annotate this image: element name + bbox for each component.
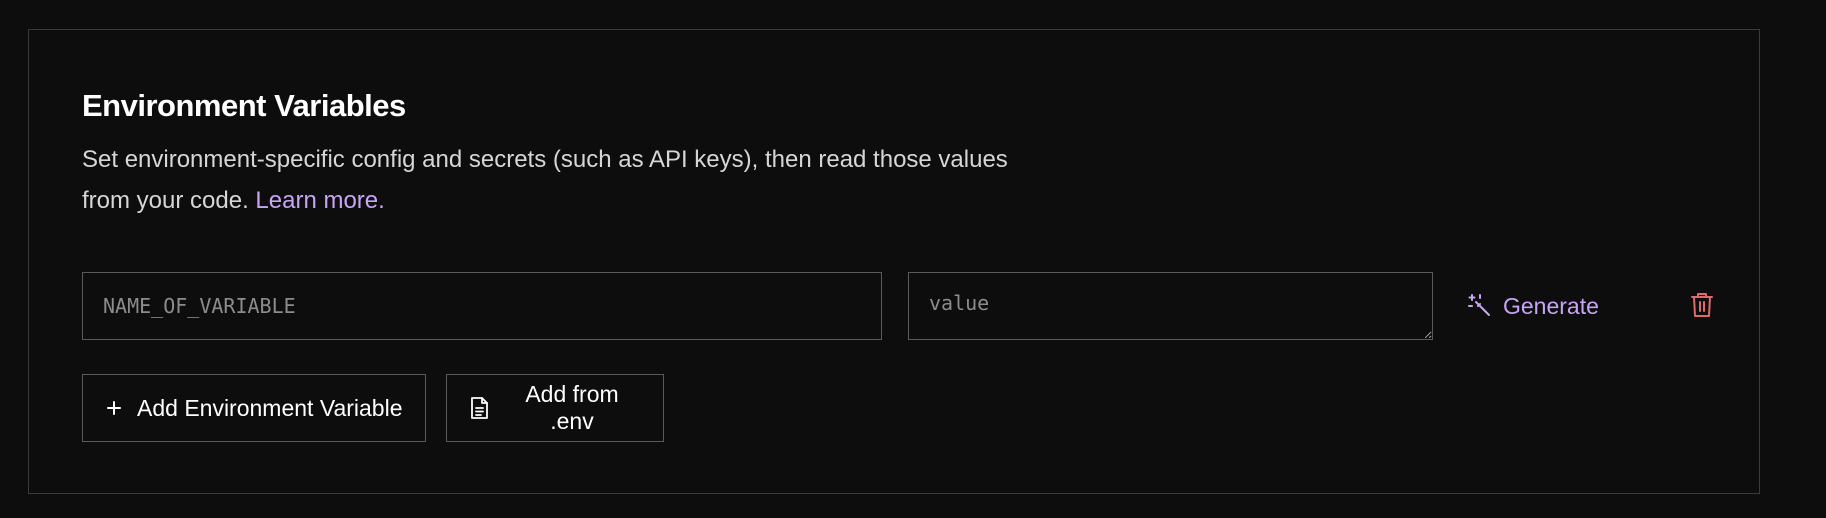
learn-more-link[interactable]: Learn more. — [255, 187, 384, 214]
generate-label: Generate — [1503, 292, 1599, 319]
add-environment-variable-button[interactable]: Add Environment Variable — [82, 374, 426, 442]
add-environment-variable-label: Add Environment Variable — [137, 394, 403, 421]
delete-variable-button[interactable] — [1682, 286, 1722, 326]
add-from-env-button[interactable]: Add from .env — [446, 374, 664, 442]
variable-value-input[interactable] — [908, 272, 1433, 340]
document-icon — [469, 396, 489, 420]
environment-variables-panel: Environment Variables Set environment-sp… — [28, 29, 1760, 494]
description-text: Set environment-specific config and secr… — [82, 146, 1008, 214]
trash-icon — [1690, 292, 1714, 321]
generate-button[interactable]: Generate — [1459, 286, 1607, 326]
add-from-env-label: Add from .env — [525, 381, 619, 434]
plus-icon — [105, 399, 123, 417]
magic-wand-icon — [1467, 293, 1493, 319]
variable-name-input[interactable] — [82, 272, 882, 340]
section-description: Set environment-specific config and secr… — [82, 139, 1062, 221]
section-title: Environment Variables — [82, 88, 406, 123]
